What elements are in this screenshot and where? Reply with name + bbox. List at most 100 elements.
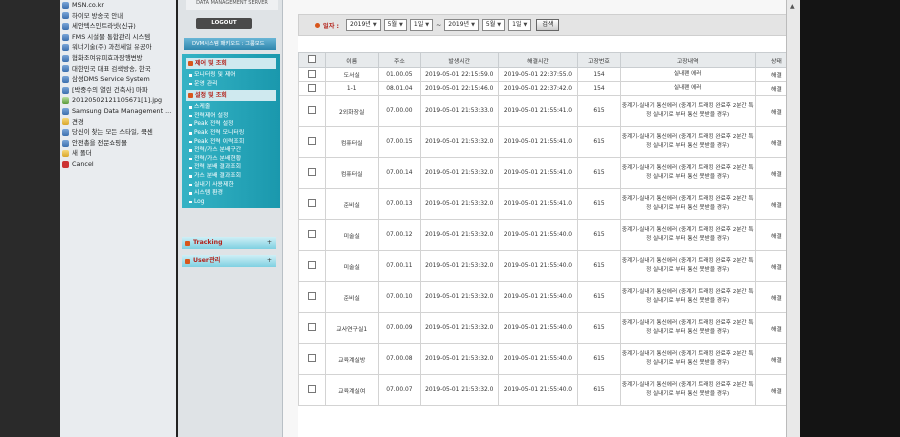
row-select-cell[interactable] — [298, 81, 326, 96]
menu-item-settings[interactable]: Peak 전력 설정 — [186, 120, 276, 129]
table-row[interactable]: 2외화장실 07.00.00 2019-05-01 21:53:33.0 2019-0… — [298, 95, 799, 127]
row-select-cell[interactable] — [298, 281, 326, 313]
row-select-cell[interactable] — [298, 157, 326, 189]
menu-item-settings[interactable]: 전력제어 설정 — [186, 112, 276, 121]
checkbox[interactable] — [307, 106, 316, 114]
checkbox[interactable] — [307, 168, 316, 176]
checkbox[interactable] — [307, 83, 316, 92]
cell-name: 도서실 — [324, 67, 379, 82]
checkbox[interactable] — [307, 354, 316, 362]
favorite-item[interactable]: 협화조여유피효과장행변방 — [60, 53, 176, 64]
favorite-label: [박중수의 열린 건축사] 마파 — [72, 85, 148, 94]
menu-section-control[interactable]: 제어 및 조회 — [186, 58, 276, 69]
menu-item-settings[interactable]: 전력/가스 분배현황 — [186, 155, 276, 164]
row-select-cell[interactable] — [298, 250, 326, 282]
menu-item-monitoring[interactable]: 모니터링 및 제어 — [186, 71, 276, 80]
date-filter-bar: 일자 : 2019년 ▼ 5월 ▼ 1일 ▼ ~ 2019년 ▼ 5월 ▼ 1일 ▼ 검색 — [298, 14, 798, 36]
from-day-select[interactable]: 1일 ▼ — [409, 19, 434, 31]
checkbox[interactable] — [307, 230, 316, 238]
table-row[interactable]: 도서실 01.00.05 2019-05-01 22:15:59.0 2019-05-… — [298, 67, 799, 82]
checkbox[interactable] — [307, 199, 316, 207]
menu-item-settings[interactable]: 스케줄 — [186, 103, 276, 112]
favorite-item[interactable]: 견경 — [60, 117, 176, 128]
logout-button[interactable]: LOGOUT — [196, 18, 252, 29]
table-row[interactable]: 컴퓨터실 07.00.14 2019-05-01 21:53:32.0 2019-05… — [298, 157, 799, 189]
row-select-cell[interactable] — [298, 219, 326, 251]
favorite-item[interactable]: 워너기술(주) 과천세일 유공아 — [60, 42, 176, 53]
cell-desc: 중계기-실내기 통신에러 (중계기 트래킹 완료후 2분간 특정 실내기로 부터… — [619, 250, 756, 282]
menu-item-settings[interactable]: 실내기 사용제한 — [186, 181, 276, 190]
favorite-item[interactable]: MSN.co.kr — [60, 0, 176, 11]
menu-item-settings[interactable]: 시스템 환경 — [186, 189, 276, 198]
menu-item-settings[interactable]: Peak 전력 모니터링 — [186, 129, 276, 138]
tracking-menu[interactable]: Tracking + — [182, 237, 276, 249]
cell-addr: 07.00.00 — [377, 95, 421, 127]
to-month-value: 5월 — [485, 21, 496, 28]
cell-desc: 중계기-실내기 통신에러 (중계기 트래킹 완료후 2분간 특정 실내기로 부터… — [619, 95, 756, 127]
checkbox[interactable] — [307, 55, 316, 63]
menu-item-operation[interactable]: 운영 관리 — [186, 80, 276, 89]
to-day-select[interactable]: 1일 ▼ — [508, 19, 532, 31]
cell-code: 615 — [577, 374, 621, 406]
cell-addr: 07.00.07 — [377, 374, 421, 406]
select-all-header[interactable] — [298, 52, 326, 68]
favorite-item[interactable]: 안전총을 전문쇼핑몰 — [60, 138, 176, 149]
checkbox[interactable] — [307, 385, 316, 393]
favorite-item[interactable]: 새 폴더 — [60, 148, 176, 159]
table-row[interactable]: 준비실 07.00.10 2019-05-01 21:53:32.0 2019-05-… — [298, 281, 799, 313]
table-row[interactable]: 미술실 07.00.11 2019-05-01 21:53:32.0 2019-05-… — [298, 250, 799, 282]
row-select-cell[interactable] — [298, 374, 326, 406]
checkbox[interactable] — [307, 137, 316, 145]
favorite-item[interactable]: Samsung Data Management ... — [60, 106, 176, 117]
row-select-cell[interactable] — [298, 312, 326, 344]
to-year-select[interactable]: 2019년 ▼ — [444, 19, 479, 31]
menu-item-settings[interactable]: Log — [186, 198, 276, 207]
table-row[interactable]: 미술실 07.00.12 2019-05-01 21:53:32.0 2019-05-… — [298, 219, 799, 251]
row-select-cell[interactable] — [298, 95, 326, 127]
favorite-item[interactable]: 세안텍스인트라넷(신규) — [60, 21, 176, 32]
table-row[interactable]: 교육계실여 07.00.07 2019-05-01 21:53:32.0 2019-0… — [298, 374, 799, 406]
checkbox[interactable] — [307, 323, 316, 331]
table-row[interactable]: 컴퓨터실 07.00.15 2019-05-01 21:53:32.0 2019-05… — [298, 126, 799, 158]
row-select-cell[interactable] — [298, 188, 326, 220]
table-row[interactable]: 교육계실방 07.00.08 2019-05-01 21:53:32.0 2019-0… — [298, 343, 799, 375]
favorite-item[interactable]: Cancel — [60, 159, 176, 170]
favorite-item[interactable]: 당신이 찾는 모든 스타일, 쿡센 — [60, 127, 176, 138]
table-row[interactable]: 1-1 08.01.04 2019-05-01 22:15:46.0 2019-05-… — [298, 81, 799, 96]
menu-item-settings[interactable]: 전력/가스 분배구간 — [186, 146, 276, 155]
search-button[interactable]: 검색 — [536, 19, 560, 31]
from-month-select[interactable]: 5월 ▼ — [383, 19, 407, 31]
cell-end: 2019-05-01 22:37:55.0 — [497, 67, 579, 82]
column-header: 주소 — [377, 52, 421, 68]
to-month-select[interactable]: 5월 ▼ — [481, 19, 506, 31]
favorite-item[interactable]: [박중수의 열린 건축사] 마파 — [60, 85, 176, 96]
menu-item-settings[interactable]: 전력 분배 결과조회 — [186, 163, 276, 172]
favorite-item[interactable]: 대한민국 대표 검색방송, 한국 — [60, 64, 176, 75]
favorite-label: 견경 — [72, 117, 84, 126]
cell-start: 2019-05-01 22:15:46.0 — [419, 81, 499, 96]
row-select-cell[interactable] — [298, 67, 326, 82]
row-select-cell[interactable] — [298, 343, 326, 375]
menu-item-settings[interactable]: 가스 분배 결과조회 — [186, 172, 276, 181]
favorite-item[interactable]: 20120502121105671[1].jpg — [60, 95, 176, 106]
scrollbar[interactable]: ▲ — [786, 0, 801, 437]
table-row[interactable]: 준비실 07.00.13 2019-05-01 21:53:32.0 2019-05-… — [298, 188, 799, 220]
row-select-cell[interactable] — [298, 126, 326, 158]
menu-section-settings[interactable]: 설정 및 조회 — [186, 90, 276, 102]
checkbox[interactable] — [307, 261, 316, 269]
column-header: 고장번호 — [577, 52, 621, 68]
favorite-item[interactable]: 하이모 방송국 안내 — [60, 11, 176, 22]
scroll-up-icon[interactable]: ▲ — [790, 3, 795, 10]
user-menu[interactable]: User관리 + — [182, 255, 276, 267]
cell-code: 615 — [577, 312, 621, 344]
from-year-select[interactable]: 2019년 ▼ — [346, 19, 381, 31]
table-row[interactable]: 교사연구실1 07.00.09 2019-05-01 21:53:32.0 2019-… — [298, 312, 799, 344]
cell-desc: 실내팬 에러 — [619, 81, 756, 96]
favorite-item[interactable]: 삼성DMS Service System — [60, 74, 176, 85]
menu-item-settings[interactable]: Peak 전력 이력조회 — [186, 138, 276, 147]
column-header: 해결시간 — [497, 52, 579, 68]
checkbox[interactable] — [307, 69, 316, 78]
expand-icon: + — [266, 239, 272, 246]
favorite-item[interactable]: FMS 시설물 통합관리 시스템 — [60, 32, 176, 43]
checkbox[interactable] — [307, 292, 316, 300]
